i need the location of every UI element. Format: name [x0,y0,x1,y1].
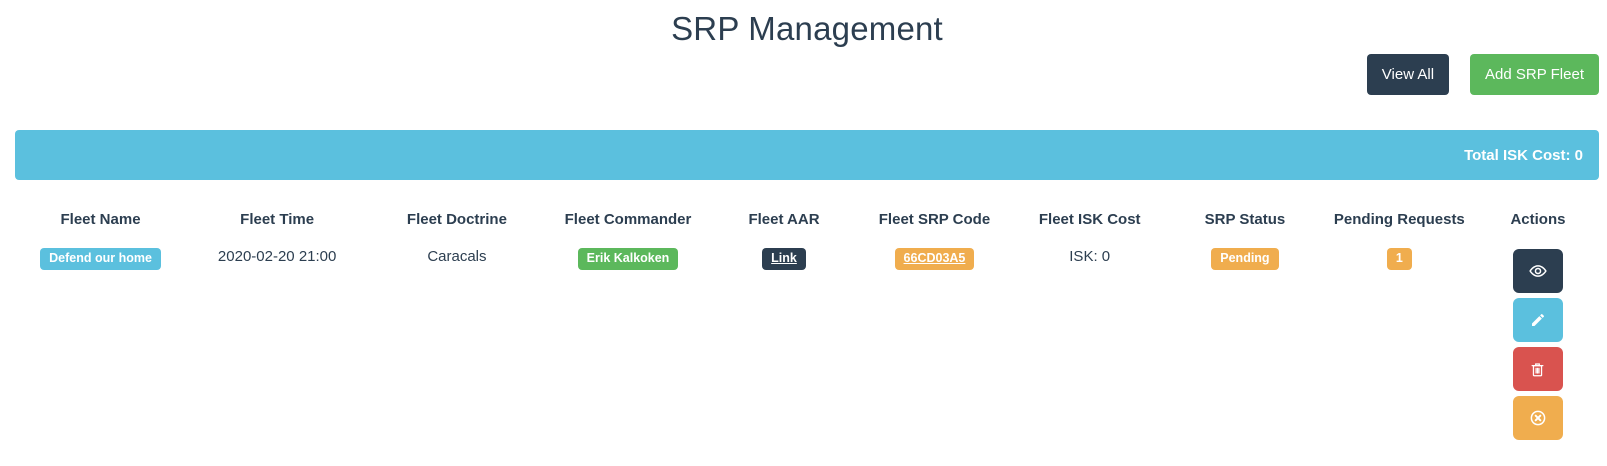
times-circle-icon [1529,409,1547,427]
fleet-doctrine-value: Caracals [368,237,545,448]
col-header-fleet-commander: Fleet Commander [546,202,711,237]
fleet-aar-link[interactable]: Link [762,248,806,270]
edit-fleet-button[interactable] [1513,298,1563,342]
col-header-fleet-isk-cost: Fleet ISK Cost [1011,202,1168,237]
page-title: SRP Management [15,0,1599,48]
cancel-fleet-button[interactable] [1513,396,1563,440]
col-header-fleet-name: Fleet Name [15,202,186,237]
col-header-actions: Actions [1477,202,1599,237]
actions-stack [1481,248,1595,440]
pencil-icon [1530,312,1546,328]
col-header-fleet-aar: Fleet AAR [710,202,857,237]
table-row: Defend our home 2020-02-20 21:00 Caracal… [15,237,1599,448]
pending-requests-badge: 1 [1387,248,1412,270]
page-container: SRP Management View All Add SRP Fleet To… [0,0,1607,448]
col-header-srp-status: SRP Status [1168,202,1322,237]
view-all-button[interactable]: View All [1367,54,1449,95]
fleet-time-value: 2020-02-20 21:00 [186,237,368,448]
col-header-fleet-time: Fleet Time [186,202,368,237]
delete-fleet-button[interactable] [1513,347,1563,391]
table-header-row: Fleet Name Fleet Time Fleet Doctrine Fle… [15,202,1599,237]
view-fleet-button[interactable] [1513,249,1563,293]
fleet-commander-badge: Erik Kalkoken [578,248,679,270]
col-header-fleet-doctrine: Fleet Doctrine [368,202,545,237]
col-header-pending-requests: Pending Requests [1322,202,1477,237]
trash-icon [1529,361,1546,378]
fleet-isk-cost-value: ISK: 0 [1011,237,1168,448]
eye-icon [1529,262,1547,280]
toolbar: View All Add SRP Fleet [15,54,1599,95]
total-isk-cost-bar: Total ISK Cost: 0 [15,130,1599,180]
srp-fleet-table: Fleet Name Fleet Time Fleet Doctrine Fle… [15,202,1599,448]
add-srp-fleet-button[interactable]: Add SRP Fleet [1470,54,1599,95]
col-header-fleet-srp-code: Fleet SRP Code [858,202,1012,237]
fleet-name-badge: Defend our home [40,248,161,270]
srp-status-badge: Pending [1211,248,1278,270]
total-isk-cost-label: Total ISK Cost: 0 [1464,147,1583,164]
fleet-srp-code-link[interactable]: 66CD03A5 [895,248,975,270]
